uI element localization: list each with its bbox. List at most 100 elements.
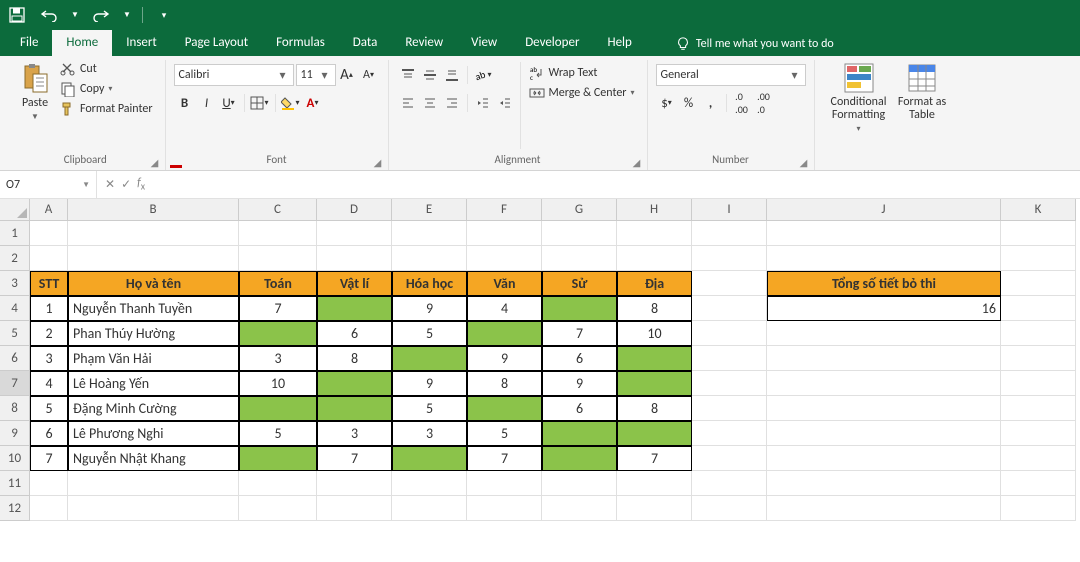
- row-header-8[interactable]: 8: [0, 396, 30, 421]
- alignment-launcher-icon[interactable]: ◢: [631, 156, 643, 168]
- fill-color-button[interactable]: ▾: [280, 92, 302, 114]
- cell-G2[interactable]: [542, 246, 617, 271]
- cell-B12[interactable]: [68, 496, 239, 521]
- decrease-indent-icon[interactable]: [472, 92, 494, 114]
- cell-A2[interactable]: [30, 246, 68, 271]
- cell-G7[interactable]: 9: [542, 371, 617, 396]
- cell-C3[interactable]: Toán: [239, 271, 317, 296]
- column-header-C[interactable]: C: [239, 199, 317, 221]
- tell-me-search[interactable]: Tell me what you want to do: [666, 32, 844, 56]
- column-header-B[interactable]: B: [68, 199, 239, 221]
- tab-formulas[interactable]: Formulas: [262, 30, 339, 56]
- decrease-font-icon[interactable]: A▾: [358, 64, 380, 86]
- tab-help[interactable]: Help: [593, 30, 645, 56]
- cell-D5[interactable]: 6: [317, 321, 392, 346]
- cell-K3[interactable]: [1001, 271, 1076, 296]
- tab-developer[interactable]: Developer: [511, 30, 593, 56]
- cell-D4[interactable]: [317, 296, 392, 321]
- column-header-H[interactable]: H: [617, 199, 692, 221]
- row-header-5[interactable]: 5: [0, 321, 30, 346]
- cell-A9[interactable]: 6: [30, 421, 68, 446]
- cell-A1[interactable]: [30, 221, 68, 246]
- cell-B3[interactable]: Họ và tên: [68, 271, 239, 296]
- tab-file[interactable]: File: [6, 30, 52, 56]
- cell-E12[interactable]: [392, 496, 467, 521]
- align-middle-icon[interactable]: [419, 64, 441, 86]
- cell-G5[interactable]: 7: [542, 321, 617, 346]
- cell-E4[interactable]: 9: [392, 296, 467, 321]
- cell-D9[interactable]: 3: [317, 421, 392, 446]
- row-header-11[interactable]: 11: [0, 471, 30, 496]
- formula-bar[interactable]: [153, 171, 1080, 198]
- row-header-4[interactable]: 4: [0, 296, 30, 321]
- row-header-12[interactable]: 12: [0, 496, 30, 521]
- cell-K5[interactable]: [1001, 321, 1076, 346]
- format-painter-button[interactable]: Format Painter: [56, 100, 157, 118]
- cell-A5[interactable]: 2: [30, 321, 68, 346]
- cell-K11[interactable]: [1001, 471, 1076, 496]
- cell-B11[interactable]: [68, 471, 239, 496]
- tab-insert[interactable]: Insert: [112, 30, 171, 56]
- cell-D2[interactable]: [317, 246, 392, 271]
- cell-J12[interactable]: [767, 496, 1001, 521]
- cell-J8[interactable]: [767, 396, 1001, 421]
- cell-F2[interactable]: [467, 246, 542, 271]
- accounting-format-button[interactable]: $▾: [656, 92, 678, 114]
- cell-J9[interactable]: [767, 421, 1001, 446]
- cell-C12[interactable]: [239, 496, 317, 521]
- cell-C5[interactable]: [239, 321, 317, 346]
- number-launcher-icon[interactable]: ◢: [798, 156, 810, 168]
- cell-K12[interactable]: [1001, 496, 1076, 521]
- cell-F1[interactable]: [467, 221, 542, 246]
- cell-G1[interactable]: [542, 221, 617, 246]
- cell-C1[interactable]: [239, 221, 317, 246]
- cell-C10[interactable]: [239, 446, 317, 471]
- cell-K10[interactable]: [1001, 446, 1076, 471]
- row-header-9[interactable]: 9: [0, 421, 30, 446]
- cell-C8[interactable]: [239, 396, 317, 421]
- cell-J7[interactable]: [767, 371, 1001, 396]
- undo-dropdown-icon[interactable]: ▼: [70, 4, 80, 26]
- cell-H10[interactable]: 7: [617, 446, 692, 471]
- column-header-E[interactable]: E: [392, 199, 467, 221]
- cell-K1[interactable]: [1001, 221, 1076, 246]
- cell-B1[interactable]: [68, 221, 239, 246]
- cell-K6[interactable]: [1001, 346, 1076, 371]
- cell-J6[interactable]: [767, 346, 1001, 371]
- cell-K2[interactable]: [1001, 246, 1076, 271]
- cell-J2[interactable]: [767, 246, 1001, 271]
- cell-A6[interactable]: 3: [30, 346, 68, 371]
- cell-K9[interactable]: [1001, 421, 1076, 446]
- cell-E1[interactable]: [392, 221, 467, 246]
- row-header-3[interactable]: 3: [0, 271, 30, 296]
- cell-D3[interactable]: Vật lí: [317, 271, 392, 296]
- cell-F5[interactable]: [467, 321, 542, 346]
- orientation-icon[interactable]: ab▾: [472, 64, 494, 86]
- cell-K4[interactable]: [1001, 296, 1076, 321]
- cell-F9[interactable]: 5: [467, 421, 542, 446]
- cell-C9[interactable]: 5: [239, 421, 317, 446]
- cell-I2[interactable]: [692, 246, 767, 271]
- cell-J4[interactable]: 16: [767, 296, 1001, 321]
- increase-indent-icon[interactable]: [494, 92, 516, 114]
- cell-A11[interactable]: [30, 471, 68, 496]
- cell-F8[interactable]: [467, 396, 542, 421]
- cell-J10[interactable]: [767, 446, 1001, 471]
- row-header-1[interactable]: 1: [0, 221, 30, 246]
- select-all-corner[interactable]: [0, 199, 30, 221]
- decrease-decimal-icon[interactable]: .00.0: [753, 92, 775, 114]
- cell-E2[interactable]: [392, 246, 467, 271]
- cell-H9[interactable]: [617, 421, 692, 446]
- cell-A12[interactable]: [30, 496, 68, 521]
- increase-font-icon[interactable]: A▴: [336, 64, 358, 86]
- font-size-combo[interactable]: 11▾: [296, 64, 336, 86]
- save-icon[interactable]: [6, 4, 28, 26]
- column-header-F[interactable]: F: [467, 199, 542, 221]
- clipboard-launcher-icon[interactable]: ◢: [149, 156, 161, 168]
- cell-B6[interactable]: Phạm Văn Hải: [68, 346, 239, 371]
- cell-H12[interactable]: [617, 496, 692, 521]
- enter-formula-icon[interactable]: ✓: [121, 177, 131, 192]
- number-format-combo[interactable]: General▾: [656, 64, 806, 86]
- cell-J5[interactable]: [767, 321, 1001, 346]
- cell-F7[interactable]: 8: [467, 371, 542, 396]
